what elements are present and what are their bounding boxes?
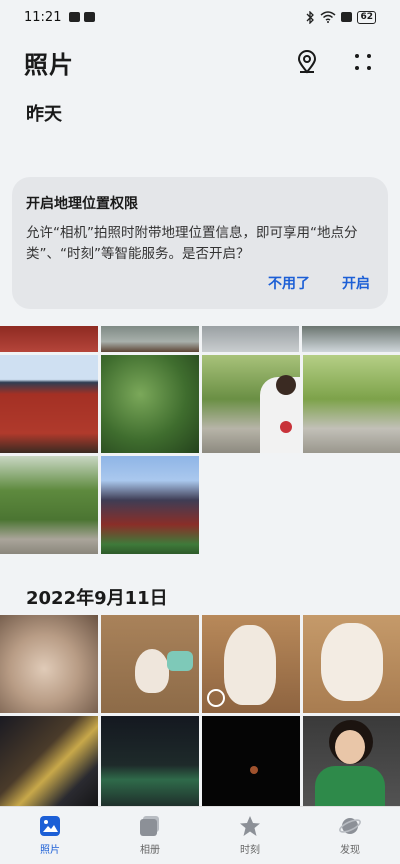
location-permission-card: 开启地理位置权限 允许“相机”拍照时附带地理位置信息，即可享用“地点分类”、“时… bbox=[12, 177, 388, 309]
photo-thumbnail[interactable] bbox=[202, 615, 300, 713]
photo-thumbnail[interactable] bbox=[202, 716, 300, 814]
photo-thumbnail[interactable] bbox=[302, 326, 400, 352]
bottom-tab-bar: 照片 相册 时刻 发现 bbox=[0, 806, 400, 864]
album-icon bbox=[140, 816, 159, 836]
photo-thumbnail[interactable] bbox=[101, 355, 199, 453]
planet-icon bbox=[339, 818, 361, 834]
photo-thumbnail[interactable] bbox=[101, 456, 199, 554]
photo-icon bbox=[40, 816, 60, 836]
tab-label: 照片 bbox=[40, 845, 60, 856]
bluetooth-icon bbox=[307, 10, 315, 24]
enable-button[interactable]: 开启 bbox=[342, 273, 370, 293]
photo-thumbnail[interactable] bbox=[202, 355, 300, 453]
status-right-icons: 62 bbox=[305, 10, 376, 24]
photo-strip-top bbox=[0, 326, 400, 352]
alert-icon bbox=[341, 12, 353, 22]
video-icon bbox=[69, 12, 81, 22]
cat-figure bbox=[321, 623, 383, 701]
star-icon bbox=[240, 816, 260, 836]
battery-indicator: 62 bbox=[357, 10, 376, 24]
section-date-2022-09-11: 2022年9月11日 bbox=[26, 588, 168, 609]
page-title: 照片 bbox=[24, 50, 74, 79]
photo-grid-yesterday bbox=[0, 355, 400, 554]
decline-button[interactable]: 不用了 bbox=[268, 273, 310, 293]
status-bar: 11:21 62 bbox=[0, 0, 400, 34]
photo-thumbnail[interactable] bbox=[0, 355, 98, 453]
photo-thumbnail[interactable] bbox=[0, 615, 98, 713]
photo-thumbnail[interactable] bbox=[101, 615, 199, 713]
photo-thumbnail[interactable] bbox=[303, 355, 400, 453]
permission-message: 允许“相机”拍照时附带地理位置信息，即可享用“地点分类”、“时刻”等智能服务。是… bbox=[26, 225, 358, 262]
tab-albums[interactable]: 相册 bbox=[100, 807, 200, 864]
live-photo-icon bbox=[207, 689, 225, 707]
photo-thumbnail[interactable] bbox=[201, 326, 300, 352]
notification-icon bbox=[84, 12, 96, 22]
permission-title: 开启地理位置权限 bbox=[26, 196, 138, 212]
tab-moments[interactable]: 时刻 bbox=[200, 807, 300, 864]
photo-grid-2022-09-11 bbox=[0, 615, 400, 814]
photo-thumbnail[interactable] bbox=[303, 615, 400, 713]
photo-thumbnail[interactable] bbox=[101, 716, 199, 814]
more-dots-icon[interactable] bbox=[350, 49, 376, 75]
tab-label: 发现 bbox=[340, 845, 360, 856]
person-head bbox=[276, 375, 296, 395]
photo-thumbnail[interactable] bbox=[0, 456, 98, 554]
slipper bbox=[167, 651, 193, 671]
tab-label: 时刻 bbox=[240, 845, 260, 856]
section-date-yesterday: 昨天 bbox=[26, 104, 62, 125]
photo-thumbnail[interactable] bbox=[0, 716, 98, 814]
cat-figure bbox=[224, 625, 276, 705]
app-header: 照片 bbox=[0, 34, 400, 90]
photo-thumbnail[interactable] bbox=[303, 716, 400, 814]
moon-dot bbox=[250, 766, 258, 774]
person-face bbox=[335, 730, 365, 764]
cat-figure bbox=[135, 649, 169, 693]
status-time: 11:21 bbox=[24, 9, 62, 25]
shirt-logo bbox=[280, 421, 292, 433]
tab-photos[interactable]: 照片 bbox=[0, 807, 100, 864]
status-notification-icons bbox=[69, 12, 96, 22]
wifi-icon bbox=[320, 11, 336, 23]
photo-thumbnail[interactable] bbox=[100, 326, 199, 352]
map-pin-icon[interactable] bbox=[294, 49, 320, 75]
tab-discover[interactable]: 发现 bbox=[300, 807, 400, 864]
tab-label: 相册 bbox=[140, 845, 160, 856]
photo-thumbnail[interactable] bbox=[0, 326, 98, 352]
